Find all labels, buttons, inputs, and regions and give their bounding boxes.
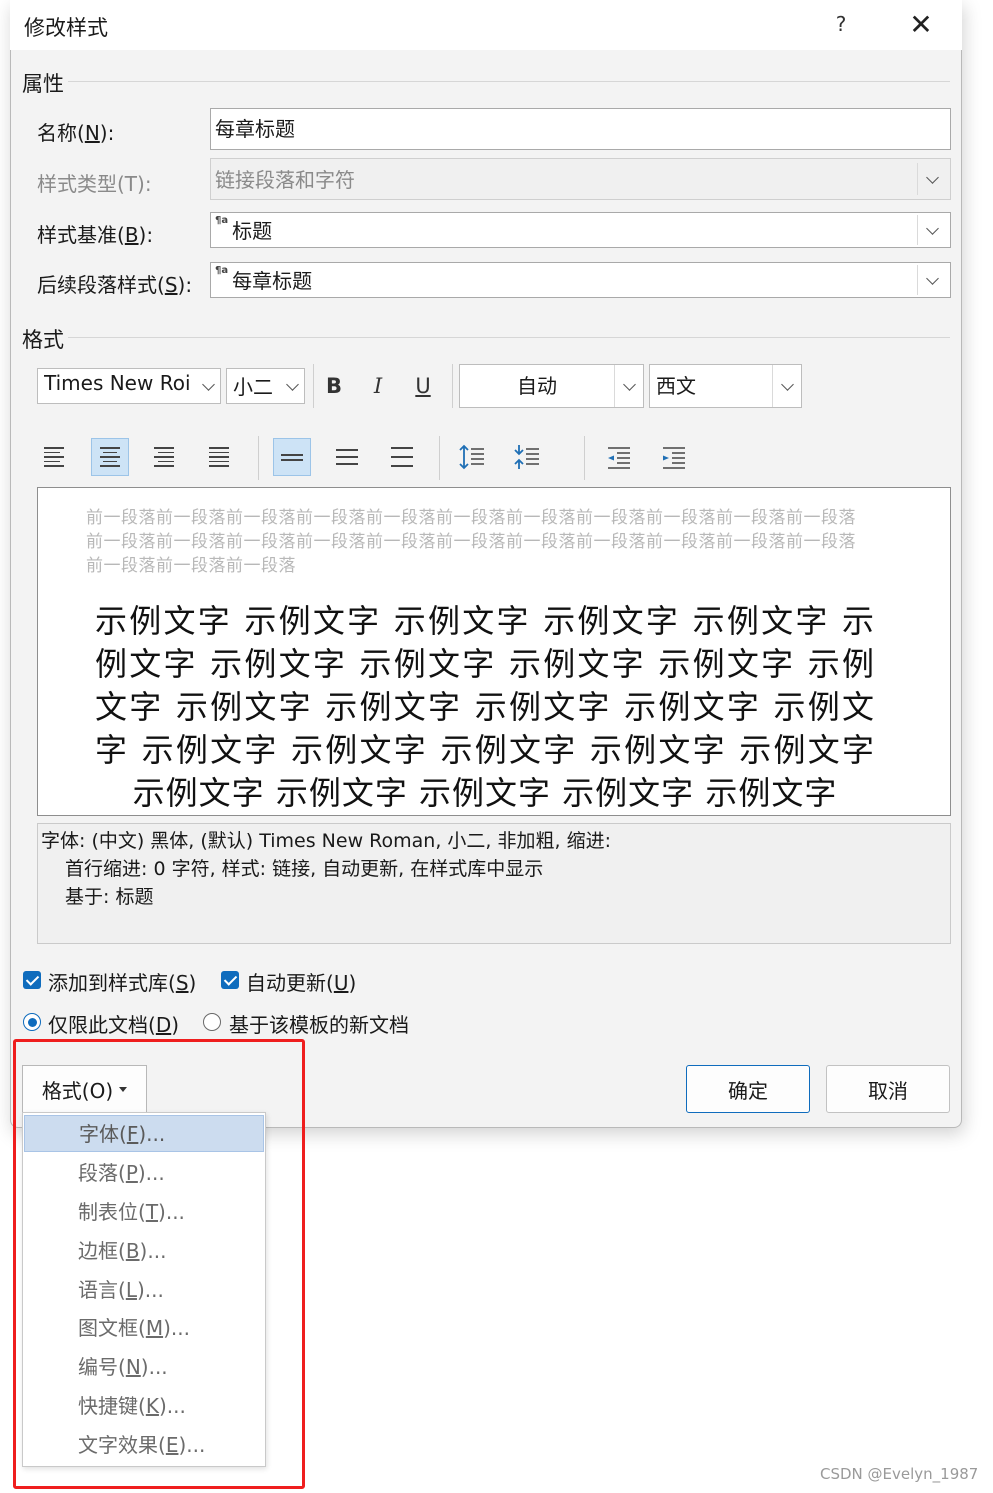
only-this-document-label[interactable]: 仅限此文档(D): [48, 1009, 179, 1038]
previous-paragraph-line: 前一段落前一段落前一段落前一段落前一段落前一段落前一段落前一段落前一段落前一段落…: [86, 532, 856, 552]
one-half-spacing-icon: [336, 449, 358, 465]
annotation-highlight-frame: [13, 1039, 305, 1489]
help-button[interactable]: ?: [826, 12, 856, 40]
chevron-down-icon: [198, 371, 218, 401]
decrease-indent-button[interactable]: [599, 438, 637, 476]
bold-button[interactable]: B: [316, 368, 352, 404]
font-color-select[interactable]: 自动: [459, 364, 644, 408]
close-button[interactable]: ✕: [904, 8, 938, 42]
align-left-button[interactable]: [35, 438, 73, 476]
align-center-icon: [100, 447, 120, 467]
align-left-icon: [44, 447, 64, 467]
font-color-value: 自动: [517, 374, 557, 398]
based-on-value: ¶a 标题: [215, 215, 273, 243]
based-on-label: 样式基准(B):: [37, 223, 154, 247]
font-name-select[interactable]: Times New Roi: [37, 368, 221, 404]
single-spacing-button[interactable]: [273, 438, 311, 476]
align-right-icon: [154, 447, 174, 467]
ok-button[interactable]: 确定: [686, 1065, 810, 1113]
toolbar-separator: [584, 436, 585, 480]
chevron-down-icon: [917, 163, 946, 195]
style-type-label: 样式类型(T):: [37, 172, 152, 196]
chevron-down-icon: [917, 265, 946, 295]
chevron-down-icon: [772, 365, 801, 407]
script-value: 西文: [656, 374, 696, 398]
paragraph-style-icon: ¶a: [215, 265, 229, 276]
auto-update-label[interactable]: 自动更新(U): [246, 967, 356, 996]
chevron-down-icon: [917, 215, 946, 245]
new-documents-label[interactable]: 基于该模板的新文档: [229, 1009, 409, 1038]
dialog-title: 修改样式: [24, 16, 108, 40]
increase-spacing-icon: [459, 444, 484, 470]
decrease-spacing-icon: [514, 445, 539, 469]
section-divider: [68, 81, 950, 82]
title-bar[interactable]: [10, 0, 962, 50]
based-on-select[interactable]: ¶a 标题: [210, 212, 951, 248]
toolbar-separator: [452, 364, 453, 408]
toolbar-separator: [313, 364, 314, 408]
align-center-button[interactable]: [91, 438, 129, 476]
paragraph-style-icon: ¶a: [215, 215, 229, 226]
style-description: 字体: (中文) 黑体, (默认) Times New Roman, 小二, 非…: [37, 823, 951, 944]
toolbar-separator: [258, 436, 259, 480]
style-type-select[interactable]: 链接段落和字符: [210, 158, 951, 200]
sample-text: 示例文字 示例文字 示例文字 示例文字 示例文字 示例文字 示例文字 示例文字 …: [95, 602, 875, 812]
script-select[interactable]: 西文: [649, 364, 802, 408]
add-to-gallery-checkbox[interactable]: [23, 971, 41, 989]
increase-indent-icon: [663, 447, 685, 469]
italic-button[interactable]: I: [360, 368, 396, 404]
only-this-document-radio[interactable]: [23, 1013, 41, 1031]
cancel-button[interactable]: 取消: [826, 1065, 950, 1113]
name-label: 名称(N):: [37, 121, 115, 145]
underline-button[interactable]: U: [405, 368, 441, 404]
chevron-down-icon: [282, 371, 302, 401]
font-name-value: Times New Roi: [44, 371, 191, 395]
format-section-title: 格式: [22, 328, 64, 352]
one-half-spacing-button[interactable]: [328, 438, 366, 476]
double-spacing-icon: [391, 447, 413, 467]
align-right-button[interactable]: [145, 438, 183, 476]
watermark: CSDN @Evelyn_1987: [820, 1465, 979, 1483]
style-type-value: 链接段落和字符: [215, 168, 355, 192]
add-to-gallery-label[interactable]: 添加到样式库(S): [48, 967, 196, 996]
increase-paragraph-spacing-button[interactable]: [453, 438, 491, 476]
previous-paragraph-line: 前一段落前一段落前一段落: [86, 556, 296, 576]
description-line: 首行缩进: 0 字符, 样式: 链接, 自动更新, 在样式库中显示: [65, 858, 544, 880]
justify-icon: [209, 447, 229, 467]
previous-paragraph-line: 前一段落前一段落前一段落前一段落前一段落前一段落前一段落前一段落前一段落前一段落…: [86, 508, 856, 528]
decrease-indent-icon: [608, 447, 630, 469]
decrease-paragraph-spacing-button[interactable]: [508, 438, 546, 476]
name-input[interactable]: 每章标题: [210, 108, 951, 150]
description-line: 字体: (中文) 黑体, (默认) Times New Roman, 小二, 非…: [41, 830, 611, 852]
section-divider: [68, 337, 950, 338]
next-style-label: 后续段落样式(S):: [37, 273, 193, 297]
toolbar-separator: [439, 436, 440, 480]
next-style-value: ¶a 每章标题: [215, 265, 313, 293]
next-style-select[interactable]: ¶a 每章标题: [210, 262, 951, 298]
properties-section-title: 属性: [22, 72, 64, 96]
increase-indent-button[interactable]: [654, 438, 692, 476]
auto-update-checkbox[interactable]: [221, 971, 239, 989]
chevron-down-icon: [614, 365, 643, 407]
font-size-value: 小二: [233, 375, 273, 399]
new-documents-radio[interactable]: [203, 1013, 221, 1031]
single-spacing-icon: [281, 453, 303, 461]
justify-button[interactable]: [200, 438, 238, 476]
description-line: 基于: 标题: [65, 886, 154, 908]
font-size-select[interactable]: 小二: [226, 368, 305, 404]
double-spacing-button[interactable]: [383, 438, 421, 476]
